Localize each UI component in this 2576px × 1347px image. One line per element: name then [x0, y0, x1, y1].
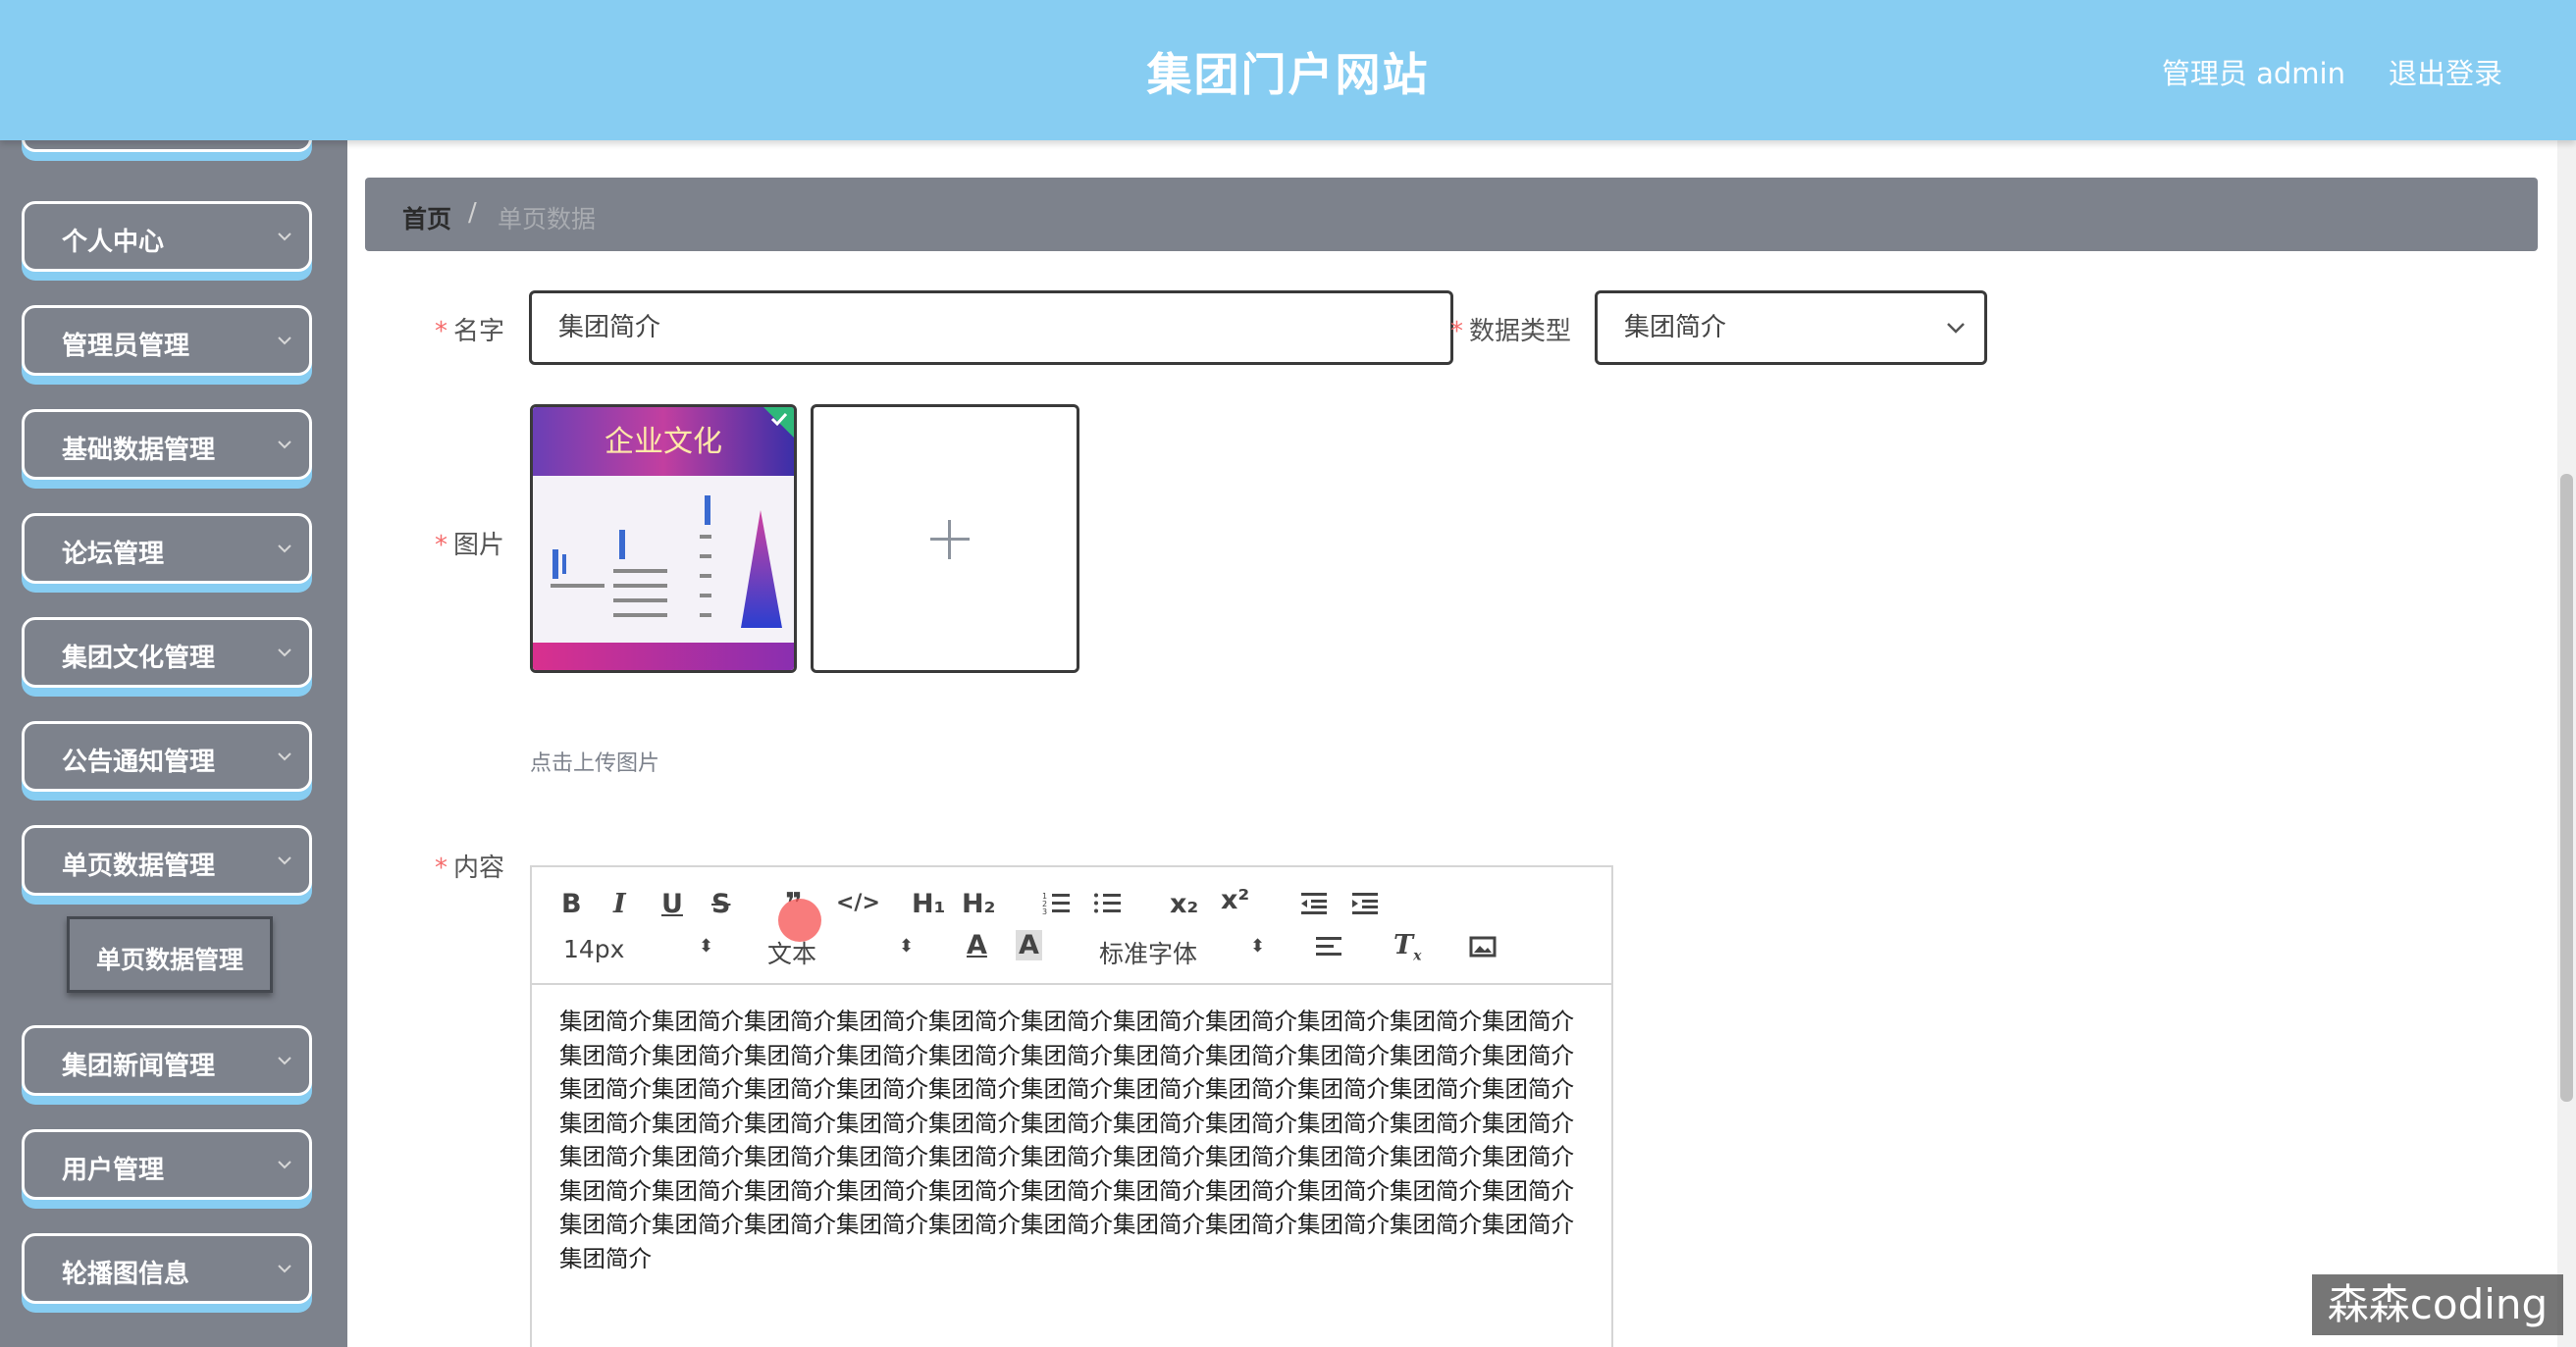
sidebar-item-announcements[interactable]: 公告通知管理 — [22, 721, 312, 792]
chevron-down-icon — [278, 856, 291, 865]
current-user-label: 管理员 admin — [2161, 57, 2345, 90]
editor-content[interactable]: 集团简介集团简介集团简介集团简介集团简介集团简介集团简介集团简介集团简介集团简介… — [559, 1005, 1580, 1275]
indent-icon[interactable] — [1350, 891, 1380, 916]
sidebar-item-label: 个人中心 — [62, 228, 165, 257]
sidebar-item-admin-management[interactable]: 管理员管理 — [22, 305, 312, 376]
bold-button[interactable]: B — [561, 889, 582, 919]
rich-text-editor[interactable]: B I U S ❞ </> H₁ H₂ 123 x₂ x² 14px ⬍ 文本 … — [530, 865, 1613, 1347]
sidebar: 个人中心 管理员管理 基础数据管理 论坛管理 集团文化管理 公告通知管理 单页数… — [0, 140, 347, 1347]
sidebar-item-home-partial[interactable] — [22, 140, 312, 152]
sidebar-item-label: 轮播图信息 — [62, 1260, 190, 1289]
culture-slide-image: 企业文化 — [533, 407, 794, 670]
add-image-button[interactable] — [811, 404, 1079, 673]
sidebar-item-personal-center[interactable]: 个人中心 — [22, 201, 312, 272]
sidebar-item-label: 基础数据管理 — [62, 436, 216, 465]
sidebar-item-forum[interactable]: 论坛管理 — [22, 513, 312, 584]
chevron-down-icon — [278, 1265, 291, 1273]
subscript-button[interactable]: x₂ — [1170, 889, 1198, 919]
sidebar-item-label: 公告通知管理 — [62, 748, 216, 777]
chevron-down-icon — [278, 233, 291, 241]
chevron-down-icon — [278, 752, 291, 761]
submenu-item-label: 单页数据管理 — [95, 946, 243, 974]
font-size-select-arrow-icon: ⬍ — [699, 936, 714, 957]
editor-toolbar: B I U S ❞ </> H₁ H₂ 123 x₂ x² 14px ⬍ 文本 … — [532, 867, 1611, 985]
outdent-icon[interactable] — [1299, 891, 1329, 916]
sidebar-item-label: 单页数据管理 — [62, 852, 216, 881]
strike-button[interactable]: S — [711, 889, 730, 919]
chevron-down-icon — [278, 1057, 291, 1065]
name-input-value: 集团简介 — [558, 313, 661, 342]
align-icon[interactable] — [1314, 934, 1343, 959]
chevron-down-icon — [278, 1161, 291, 1169]
top-header: 集团门户网站 管理员 admin 退出登录 — [0, 0, 2576, 140]
breadcrumb: 首页 / 单页数据 — [365, 178, 2538, 251]
sidebar-item-label: 论坛管理 — [62, 540, 165, 569]
chevron-down-icon — [1947, 323, 1965, 334]
clear-format-icon[interactable]: Tx — [1393, 930, 1421, 963]
sidebar-item-single-page-data[interactable]: 单页数据管理 — [22, 825, 312, 896]
watermark: 森森coding — [2312, 1274, 2563, 1335]
submenu-item-single-page-data[interactable]: 单页数据管理 — [67, 916, 273, 993]
sidebar-item-label: 集团新闻管理 — [62, 1052, 216, 1081]
breadcrumb-home[interactable]: 首页 — [402, 200, 451, 235]
text-type-select-arrow-icon: ⬍ — [899, 936, 915, 957]
scrollbar-thumb[interactable] — [2560, 474, 2573, 1102]
font-color-icon[interactable]: A — [967, 930, 987, 960]
chevron-down-icon — [278, 337, 291, 345]
sidebar-item-label: 管理员管理 — [62, 332, 190, 361]
chevron-down-icon — [278, 440, 291, 449]
data-type-value: 集团简介 — [1624, 313, 1727, 342]
header2-button[interactable]: H₂ — [962, 889, 995, 919]
data-type-select[interactable]: 集团简介 — [1595, 290, 1987, 365]
data-type-label: * 数据类型 — [1450, 317, 1572, 346]
superscript-button[interactable]: x² — [1221, 885, 1249, 915]
upload-tip: 点击上传图片 — [530, 751, 660, 776]
logout-link[interactable]: 退出登录 — [2389, 51, 2502, 92]
sidebar-item-group-culture[interactable]: 集团文化管理 — [22, 617, 312, 688]
image-insert-icon[interactable] — [1469, 936, 1497, 958]
image-label: * 图片 — [435, 531, 505, 560]
mouse-cursor-highlight — [778, 899, 821, 942]
uploaded-image-thumbnail[interactable]: 企业文化 — [530, 404, 797, 673]
bullet-list-icon[interactable] — [1093, 891, 1123, 916]
font-size-select[interactable]: 14px — [563, 935, 624, 963]
breadcrumb-separator: / — [468, 198, 477, 228]
header1-button[interactable]: H₁ — [912, 889, 945, 919]
name-input[interactable]: 集团简介 — [529, 290, 1453, 365]
sidebar-item-carousel[interactable]: 轮播图信息 — [22, 1233, 312, 1304]
code-block-icon[interactable]: </> — [836, 891, 880, 915]
font-family-select[interactable]: 标准字体 — [1099, 935, 1197, 970]
svg-text:3: 3 — [1042, 907, 1047, 916]
breadcrumb-current: 单页数据 — [498, 205, 597, 233]
italic-button[interactable]: I — [613, 889, 626, 919]
underline-button[interactable]: U — [661, 889, 683, 919]
font-family-select-arrow-icon: ⬍ — [1250, 936, 1266, 957]
chevron-down-icon — [278, 648, 291, 657]
check-icon — [770, 412, 788, 427]
content-label: * 内容 — [435, 854, 505, 883]
ordered-list-icon[interactable]: 123 — [1042, 891, 1072, 916]
svg-text:企业文化: 企业文化 — [605, 425, 722, 459]
sidebar-item-user-management[interactable]: 用户管理 — [22, 1129, 312, 1200]
sidebar-item-label: 用户管理 — [62, 1156, 165, 1185]
name-label: * 名字 — [435, 317, 505, 346]
sidebar-item-label: 集团文化管理 — [62, 644, 216, 673]
sidebar-item-basic-data[interactable]: 基础数据管理 — [22, 409, 312, 480]
background-color-icon[interactable]: A — [1016, 930, 1042, 960]
sidebar-item-group-news[interactable]: 集团新闻管理 — [22, 1025, 312, 1096]
chevron-down-icon — [278, 544, 291, 553]
page-scrollbar[interactable] — [2557, 140, 2576, 1347]
